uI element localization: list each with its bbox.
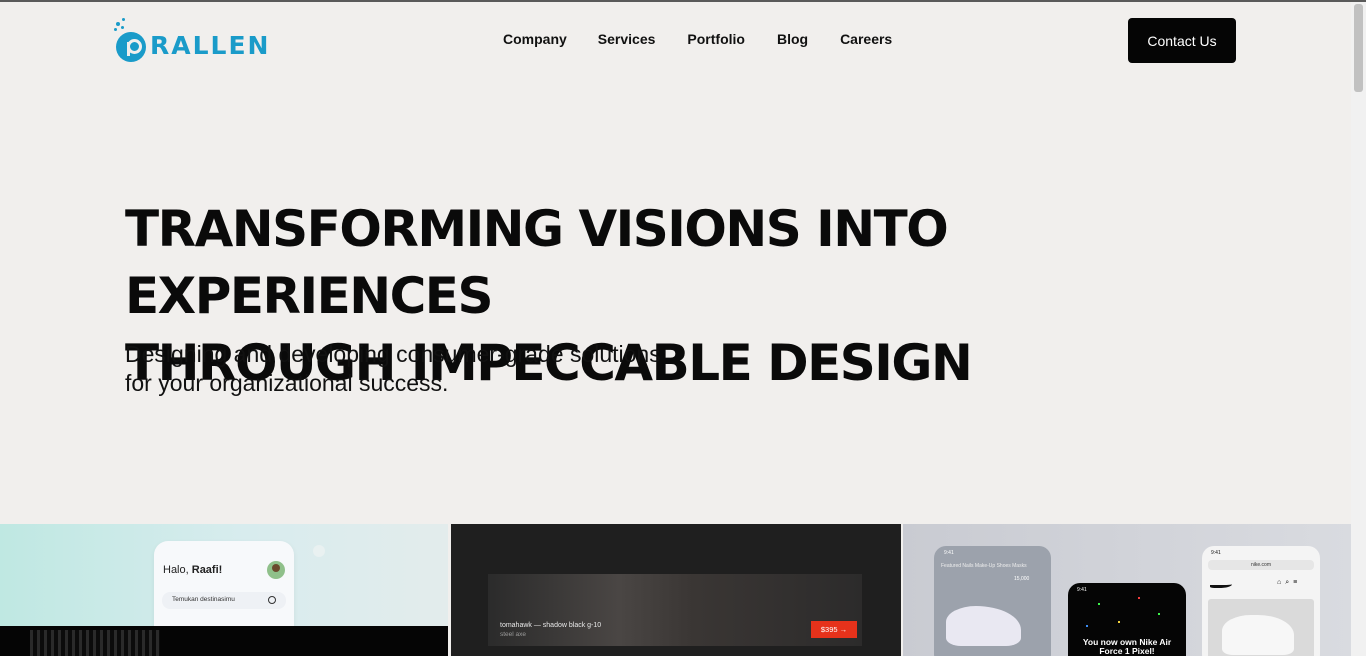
nav-blog[interactable]: Blog <box>777 31 808 47</box>
ownership-popup: You now own Nike Air Force 1 Pixel! <box>1082 637 1172 656</box>
portfolio-showcase: Halo, Raafi! Temukan destinasimu tomahaw… <box>0 524 1351 656</box>
phone-mockup-store: 9:41 nike.com ⌂⌕≡ <box>1202 546 1320 656</box>
hero-subtitle-line1: Designing and developing consumer-grade … <box>125 341 661 367</box>
product-hero-image: tomahawk — shadow black g-10 steel axe $… <box>488 574 862 646</box>
scrollbar-thumb[interactable] <box>1354 4 1363 92</box>
hero-title-line1: TRANSFORMING VISIONS INTO EXPERIENCES <box>125 200 949 325</box>
logo-icon <box>114 18 148 62</box>
app-search-placeholder: Temukan destinasimu <box>172 596 235 603</box>
brand-logo[interactable]: RALLEN <box>114 18 284 62</box>
url-bar: nike.com <box>1208 560 1314 570</box>
price-badge: $395 → <box>811 621 857 638</box>
contact-us-button[interactable]: Contact Us <box>1128 18 1236 63</box>
portfolio-card-product-page[interactable]: tomahawk — shadow black g-10 steel axe $… <box>451 524 901 656</box>
main-nav: Company Services Portfolio Blog Careers <box>503 31 892 47</box>
app-search-bar: Temukan destinasimu <box>162 592 286 609</box>
category-tabs: Featured Nails Make-Up Shoes Masks <box>941 563 1027 569</box>
status-time: 9:41 <box>1211 550 1221 556</box>
portfolio-card-travel-app[interactable]: Halo, Raafi! Temukan destinasimu <box>0 524 448 656</box>
store-nav-icons: ⌂⌕≡ <box>1277 579 1302 586</box>
status-time: 9:41 <box>1077 587 1087 593</box>
avatar <box>267 561 285 579</box>
ridge-graphic <box>30 630 160 656</box>
sneaker-image <box>946 606 1021 646</box>
nav-portfolio[interactable]: Portfolio <box>687 31 745 47</box>
status-time: 9:41 <box>944 550 954 556</box>
app-greeting: Halo, Raafi! <box>163 564 223 576</box>
sneaker-image <box>1208 599 1314 656</box>
page-scrollbar[interactable] <box>1351 2 1366 656</box>
coin-balance: 15,000 <box>1014 576 1030 582</box>
hero-subtitle-line2: for your organizational success. <box>125 370 449 396</box>
phone-mockup-popup: 9:41 You now own Nike Air Force 1 Pixel! <box>1068 583 1186 656</box>
logo-wordmark: RALLEN <box>150 30 271 60</box>
decor-bubble <box>313 545 325 557</box>
nav-careers[interactable]: Careers <box>840 31 892 47</box>
product-title: tomahawk — shadow black g-10 <box>500 622 602 629</box>
phone-mockup-shop: 9:41 Featured Nails Make-Up Shoes Masks … <box>934 546 1051 656</box>
product-subtitle: steel axe <box>500 631 527 638</box>
nav-company[interactable]: Company <box>503 31 567 47</box>
top-border <box>0 0 1366 2</box>
arrow-right-icon: → <box>839 625 848 634</box>
hero-subtitle: Designing and developing consumer-grade … <box>125 340 765 398</box>
dark-preview-strip <box>0 626 448 656</box>
search-icon <box>268 596 276 604</box>
portfolio-card-nike-app[interactable]: 9:41 Featured Nails Make-Up Shoes Masks … <box>903 524 1351 656</box>
swoosh-logo-icon <box>1210 582 1232 588</box>
nav-services[interactable]: Services <box>598 31 656 47</box>
